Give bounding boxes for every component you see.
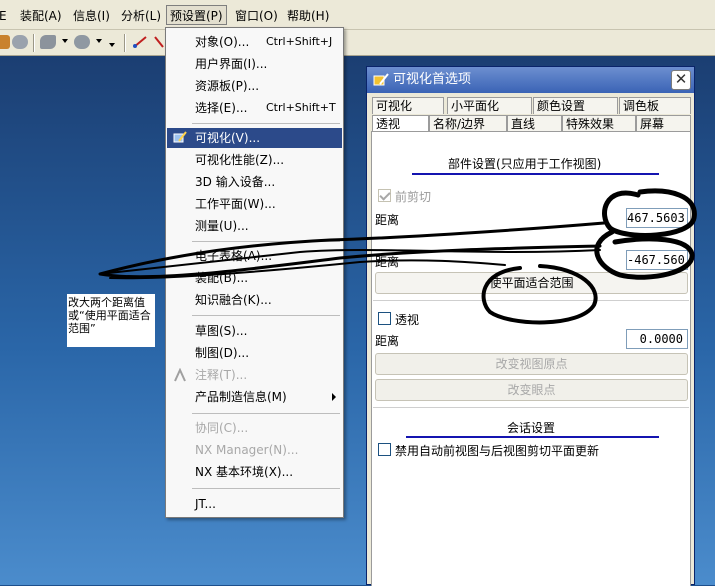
perspective-checkbox[interactable] [378, 312, 391, 325]
menu-item-3d-input-devices[interactable]: 3D 输入设备... [167, 172, 342, 192]
front-distance-input[interactable]: 467.5603 [626, 208, 688, 228]
tab-visualization[interactable]: 可视化 [372, 97, 444, 114]
toolbar-separator [33, 34, 35, 52]
menu-item-pmi[interactable]: 产品制造信息(M) [167, 387, 342, 407]
dialog-title-bar[interactable]: 可视化首选项 ✕ [367, 67, 694, 93]
menu-item-label: 对象(O)... [195, 35, 250, 49]
shortcut-label: Ctrl+Shift+J [266, 35, 333, 48]
menu-separator [192, 413, 340, 414]
menu-item-user-interface[interactable]: 用户界面(I)... [167, 54, 342, 74]
toolbar-separator [124, 34, 126, 52]
menu-analysis[interactable]: 分析(L) [118, 6, 164, 26]
menu-item-drafting[interactable]: 制图(D)... [167, 343, 342, 363]
back-distance-input[interactable]: -467.560 [626, 250, 688, 270]
perspective-distance-label: 距离 [375, 334, 400, 348]
perspective-distance-input[interactable]: 0.0000 [626, 329, 688, 349]
close-button[interactable]: ✕ [671, 70, 691, 90]
menu-item-object[interactable]: 对象(O)... Ctrl+Shift+J [167, 32, 342, 52]
dialog-title: 可视化首选项 [393, 72, 472, 87]
chevron-down-icon[interactable] [62, 39, 68, 43]
menu-separator [192, 123, 340, 124]
tab-special-effects[interactable]: 特殊效果 [562, 115, 636, 132]
disable-auto-clip-checkbox[interactable] [378, 443, 391, 456]
shortcut-label: Ctrl+Shift+T [266, 101, 336, 114]
menu-separator [192, 241, 340, 242]
menu-item-spreadsheet[interactable]: 电子表格(A)... [167, 246, 342, 266]
submenu-arrow-icon [332, 393, 336, 401]
menu-item-sketch[interactable]: 草图(S)... [167, 321, 342, 341]
tab-perspective[interactable]: 透视 [372, 115, 429, 132]
menu-item-label: 选择(E)... [195, 101, 248, 115]
divider [373, 407, 689, 408]
chevron-down-icon[interactable] [96, 39, 102, 43]
menu-item-jt[interactable]: JT... [167, 494, 342, 514]
change-eye-point-button: 改变眼点 [375, 379, 688, 401]
menu-window[interactable]: 窗口(O) [232, 6, 281, 26]
menu-preferences[interactable]: 预设置(P) [166, 5, 227, 25]
menu-item-label: 产品制造信息(M) [195, 390, 287, 404]
toolbar-tool-icon[interactable] [0, 35, 10, 49]
tab-panel: 部件设置(只应用于工作视图) 前剪切 距离 467.5603 距离 -467.5… [371, 131, 691, 586]
menu-item-label: 可视化(V)... [195, 131, 261, 145]
session-settings-heading: 会话设置 [507, 421, 556, 435]
change-view-origin-button: 改变视图原点 [375, 353, 688, 375]
menu-item-measure[interactable]: 测量(U)... [167, 216, 342, 236]
section-underline [412, 173, 659, 175]
menu-item-palette[interactable]: 资源板(P)... [167, 76, 342, 96]
render-style-icon[interactable] [40, 35, 56, 49]
perspective-label: 透视 [395, 313, 420, 327]
divider [373, 300, 689, 301]
preferences-dropdown-menu: 对象(O)... Ctrl+Shift+J 用户界面(I)... 资源板(P)..… [165, 27, 344, 518]
menu-item-annotation: 注释(T)... [167, 365, 342, 385]
measure-icon[interactable] [132, 35, 148, 49]
section-underline [406, 436, 659, 438]
tab-faceting[interactable]: 小平面化 [447, 97, 532, 114]
disable-auto-clip-label: 禁用自动前视图与后视图剪切平面更新 [395, 444, 600, 458]
tab-color-palette[interactable]: 调色板 [619, 97, 691, 114]
annotation-note: 改大两个距离值或“使用平面适合范围” [67, 294, 155, 347]
menu-information[interactable]: 信息(I) [70, 6, 113, 26]
shaded-view-icon[interactable] [12, 35, 28, 49]
annotation-icon [173, 367, 187, 382]
tab-lines[interactable]: 直线 [507, 115, 562, 132]
visualization-preferences-dialog: 可视化首选项 ✕ 可视化 小平面化 颜色设置 调色板 透视 名称/边界 直线 特… [366, 66, 695, 586]
tab-screen[interactable]: 屏幕 [636, 115, 691, 132]
tab-color-settings[interactable]: 颜色设置 [533, 97, 618, 114]
menu-item-nx-environment[interactable]: NX 基本环境(X)... [167, 462, 342, 482]
tab-names-borders[interactable]: 名称/边界 [429, 115, 507, 132]
menu-item-knowledge-fusion[interactable]: 知识融合(K)... [167, 290, 342, 310]
visualization-icon [173, 131, 187, 145]
part-settings-heading: 部件设置(只应用于工作视图) [448, 157, 602, 171]
menu-item-selection[interactable]: 选择(E)... Ctrl+Shift+T [167, 98, 342, 118]
front-distance-label: 距离 [375, 213, 400, 227]
menu-assemblies[interactable]: 装配(A) [17, 6, 65, 26]
menu-item-nx-manager: NX Manager(N)... [195, 443, 299, 457]
back-distance-label: 距离 [375, 255, 400, 269]
menu-item-label: 注释(T)... [195, 368, 248, 382]
fit-planes-button[interactable]: 使平面适合范围 [375, 272, 688, 294]
menu-item-collaboration: 协同(C)... [195, 421, 249, 435]
menu-item-assemblies[interactable]: 装配(B)... [167, 268, 342, 288]
menu-separator [192, 315, 340, 316]
menu-help[interactable]: 帮助(H) [284, 6, 332, 26]
visualization-icon [373, 72, 389, 88]
front-clip-label: 前剪切 [395, 190, 432, 204]
menu-separator [192, 488, 340, 489]
chevron-down-icon[interactable] [109, 43, 115, 47]
menu-item-visualization-performance[interactable]: 可视化性能(Z)... [167, 150, 342, 170]
toolbar [0, 30, 715, 56]
menu-item-work-plane[interactable]: 工作平面(W)... [167, 194, 342, 214]
menu-bar: E 装配(A) 信息(I) 分析(L) 预设置(P) 窗口(O) 帮助(H) [0, 0, 715, 30]
front-clip-checkbox [378, 189, 391, 202]
display-mode-icon[interactable] [74, 35, 90, 49]
menu-edit-partial[interactable]: E [0, 6, 10, 26]
menu-item-visualization[interactable]: 可视化(V)... [167, 128, 342, 148]
